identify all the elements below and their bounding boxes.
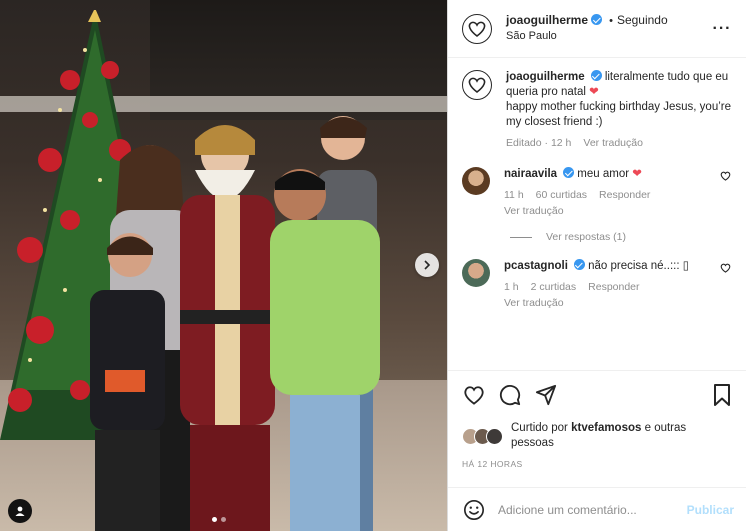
post-photo[interactable] bbox=[0, 0, 447, 531]
comment-likes-count[interactable]: 2 curtidas bbox=[531, 280, 577, 295]
comment-text: meu amor bbox=[577, 168, 630, 180]
comment-time: 11 h bbox=[504, 189, 524, 201]
caption-meta: Editado · 12 h Ver tradução bbox=[506, 136, 734, 151]
caption-edited-time: Editado · 12 h bbox=[506, 137, 572, 149]
likes-summary[interactable]: Curtido por ktvefamosos e outras pessoas bbox=[448, 419, 746, 453]
family-with-santa-illustration bbox=[90, 116, 380, 531]
following-status[interactable]: Seguindo bbox=[617, 13, 668, 27]
header-text: joaoguilherme • Seguindo São Paulo bbox=[506, 13, 710, 44]
liker-username[interactable]: ktvefamosos bbox=[571, 422, 641, 434]
red-heart-emoji: ❤ bbox=[632, 168, 642, 180]
comments-list[interactable]: joaoguilherme literalmente tudo que eu q… bbox=[448, 58, 746, 370]
post-footer: Curtido por ktvefamosos e outras pessoas… bbox=[448, 370, 746, 469]
missing-glyph: ▯ bbox=[682, 260, 690, 272]
comment-reply-link[interactable]: Responder bbox=[599, 188, 650, 203]
comment-body: pcastagnoli não precisa né..::: ▯ 1 h 2 … bbox=[504, 259, 720, 311]
heart-outline-icon bbox=[720, 263, 731, 273]
comment-item: pcastagnoli não precisa né..::: ▯ 1 h 2 … bbox=[462, 259, 734, 311]
comment-meta: 1 h 2 curtidas Responder bbox=[504, 280, 720, 295]
caption: joaoguilherme literalmente tudo que eu q… bbox=[462, 70, 734, 151]
comment-meta: 11 h 60 curtidas Responder bbox=[504, 188, 720, 203]
carousel-dot-active bbox=[212, 517, 217, 522]
caption-body: joaoguilherme literalmente tudo que eu q… bbox=[506, 70, 734, 151]
user-tag-icon bbox=[15, 506, 25, 516]
like-button[interactable] bbox=[462, 383, 486, 407]
verified-badge-icon bbox=[590, 70, 602, 81]
commenter-avatar[interactable] bbox=[462, 259, 490, 287]
comment-body: nairaavila meu amor ❤ 11 h 60 curtidas R… bbox=[504, 167, 720, 219]
comment-like-button[interactable] bbox=[720, 259, 734, 311]
comment-icon bbox=[499, 384, 521, 406]
commenter-avatar[interactable] bbox=[462, 167, 490, 195]
comment-username[interactable]: pcastagnoli bbox=[504, 260, 568, 272]
view-replies-link[interactable]: Ver respostas (1) bbox=[510, 231, 734, 243]
publish-comment-button[interactable]: Publicar bbox=[687, 503, 734, 517]
caption-translate-link[interactable]: Ver tradução bbox=[583, 136, 643, 151]
comment-username[interactable]: nairaavila bbox=[504, 168, 557, 180]
paper-plane-icon bbox=[535, 384, 557, 406]
verified-badge-icon bbox=[573, 259, 585, 270]
header-separator: • bbox=[609, 15, 613, 27]
liker-avatars bbox=[462, 427, 503, 445]
post-header: joaoguilherme • Seguindo São Paulo ··· bbox=[448, 0, 746, 58]
more-options-button[interactable]: ··· bbox=[710, 17, 734, 41]
verified-badge-icon bbox=[563, 167, 575, 178]
share-button[interactable] bbox=[534, 383, 558, 407]
caption-line-2: happy mother fucking birthday Jesus, you… bbox=[506, 101, 732, 128]
comment-item: nairaavila meu amor ❤ 11 h 60 curtidas R… bbox=[462, 167, 734, 219]
post-timestamp[interactable]: HÁ 12 HORAS bbox=[448, 453, 746, 469]
comment-likes-count[interactable]: 60 curtidas bbox=[536, 188, 587, 203]
comment-time: 1 h bbox=[504, 281, 519, 293]
chevron-right-icon bbox=[424, 260, 431, 270]
carousel-dot bbox=[221, 517, 226, 522]
emoji-picker-button[interactable] bbox=[462, 498, 486, 522]
next-photo-button[interactable] bbox=[415, 253, 439, 277]
likes-prefix: Curtido por bbox=[511, 422, 572, 434]
post-side-panel: joaoguilherme • Seguindo São Paulo ··· j… bbox=[447, 0, 746, 531]
author-username[interactable]: joaoguilherme bbox=[506, 13, 588, 27]
save-button[interactable] bbox=[710, 383, 734, 407]
action-bar bbox=[448, 371, 746, 419]
comment-input[interactable] bbox=[498, 502, 687, 517]
carousel-indicator bbox=[212, 517, 226, 522]
user-tags-button[interactable] bbox=[8, 499, 32, 523]
comment-translate-link[interactable]: Ver tradução bbox=[504, 204, 720, 219]
comment-like-button[interactable] bbox=[720, 167, 734, 219]
likes-text: Curtido por ktvefamosos e outras pessoas bbox=[511, 421, 732, 451]
post-location[interactable]: São Paulo bbox=[506, 29, 710, 44]
bookmark-icon bbox=[714, 384, 730, 406]
caption-author-avatar[interactable] bbox=[462, 70, 492, 100]
comment-text: não precisa né..::: bbox=[588, 260, 683, 272]
author-avatar[interactable] bbox=[462, 13, 492, 44]
add-comment-bar: Publicar bbox=[448, 487, 746, 531]
heart-outline-icon bbox=[464, 386, 484, 405]
comment-button[interactable] bbox=[498, 383, 522, 407]
verified-badge-icon bbox=[591, 14, 603, 25]
smiley-icon bbox=[464, 499, 484, 520]
red-heart-emoji: ❤ bbox=[589, 86, 599, 98]
heart-outline-icon bbox=[720, 171, 731, 181]
caption-username[interactable]: joaoguilherme bbox=[506, 71, 585, 83]
comment-translate-link[interactable]: Ver tradução bbox=[504, 296, 720, 311]
instagram-post-dialog: joaoguilherme • Seguindo São Paulo ··· j… bbox=[0, 0, 746, 531]
heart-hands-avatar-icon bbox=[468, 21, 486, 37]
replies-divider-line bbox=[510, 236, 532, 238]
liker-avatar bbox=[486, 427, 503, 445]
comment-reply-link[interactable]: Responder bbox=[588, 280, 639, 295]
view-replies-label: Ver respostas (1) bbox=[546, 231, 626, 243]
ellipsis-icon: ··· bbox=[712, 19, 732, 37]
heart-hands-avatar-icon bbox=[468, 77, 486, 93]
